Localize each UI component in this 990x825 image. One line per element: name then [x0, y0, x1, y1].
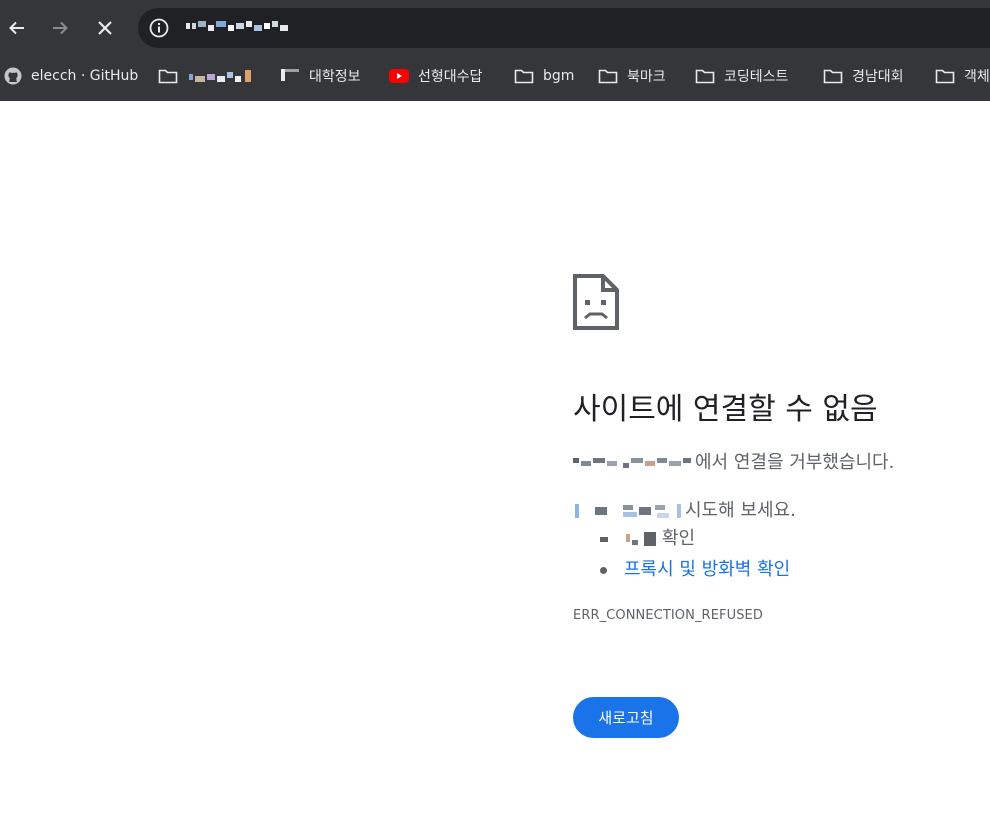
sad-page-icon	[573, 274, 619, 330]
bookmark-university-info[interactable]: 대학정보	[280, 50, 361, 101]
browser-toolbar	[0, 0, 990, 56]
folder-icon	[935, 66, 955, 86]
error-description-text: 에서 연결을 거부했습니다.	[695, 452, 895, 473]
proxy-firewall-link[interactable]: 프록시 및 방화벽 확인	[624, 559, 790, 580]
bookmark-favicon	[280, 66, 300, 86]
back-button[interactable]	[0, 10, 34, 46]
bookmark-folder-coding-test[interactable]: 코딩테스트	[695, 50, 788, 101]
redacted-url	[186, 21, 296, 35]
bookmark-label: 코딩테스트	[724, 68, 789, 85]
forward-button[interactable]	[43, 10, 77, 46]
youtube-icon	[389, 66, 409, 86]
suggestion-list: 확인 프록시 및 방화벽 확인	[600, 526, 790, 588]
error-try-text: 시도해 보세요.	[573, 496, 796, 522]
github-icon	[3, 66, 23, 86]
redacted-host	[573, 455, 695, 471]
bookmark-folder-bgm[interactable]: bgm	[514, 50, 574, 101]
suggestion-item[interactable]: 프록시 및 방화벽 확인	[600, 557, 790, 588]
bookmark-label: 경남대회	[852, 68, 904, 85]
bookmark-github[interactable]: elecch · GitHub	[3, 50, 138, 101]
bookmark-label: 대학정보	[309, 68, 361, 85]
bookmark-folder-gyeongnam[interactable]: 경남대회	[823, 50, 904, 101]
redacted-label	[189, 68, 257, 84]
folder-icon	[695, 66, 715, 86]
error-description: 에서 연결을 거부했습니다.	[573, 448, 894, 474]
arrow-left-icon	[9, 21, 24, 35]
bookmark-label: 객체	[964, 68, 990, 85]
bookmark-folder-redacted[interactable]	[158, 50, 257, 101]
address-bar[interactable]	[138, 8, 990, 48]
bullet-icon	[600, 567, 607, 574]
error-try-suffix: 시도해 보세요.	[685, 500, 796, 521]
suggestion-item: 확인	[600, 526, 790, 557]
bookmark-folder-object[interactable]: 객체	[935, 50, 990, 101]
stop-button[interactable]	[88, 10, 122, 46]
suggestion-label: 확인	[662, 528, 696, 549]
bookmark-label: elecch · GitHub	[31, 67, 139, 84]
bullet-icon	[600, 537, 608, 542]
bookmark-label: 선형대수답	[418, 68, 483, 85]
folder-icon	[514, 66, 534, 86]
redacted-suggestion-prefix	[624, 531, 662, 547]
redacted-try-prefix	[573, 503, 685, 519]
close-icon	[98, 21, 112, 35]
reload-button[interactable]: 새로고침	[573, 697, 679, 738]
info-icon[interactable]	[148, 17, 170, 39]
bookmark-linear-algebra[interactable]: 선형대수답	[389, 50, 482, 101]
folder-icon	[823, 66, 843, 86]
bookmarks-bar: elecch · GitHub 대학정보 선형대수답 bgm 북마크 코딩테스트…	[0, 50, 990, 101]
arrow-right-icon	[53, 21, 68, 35]
error-code: ERR_CONNECTION_REFUSED	[573, 608, 763, 623]
bookmark-folder-bookmarks[interactable]: 북마크	[598, 50, 666, 101]
bookmark-label: 북마크	[627, 68, 666, 85]
error-title: 사이트에 연결할 수 없음	[573, 392, 878, 427]
folder-icon	[158, 66, 178, 86]
folder-icon	[598, 66, 618, 86]
bookmark-label: bgm	[543, 67, 575, 84]
